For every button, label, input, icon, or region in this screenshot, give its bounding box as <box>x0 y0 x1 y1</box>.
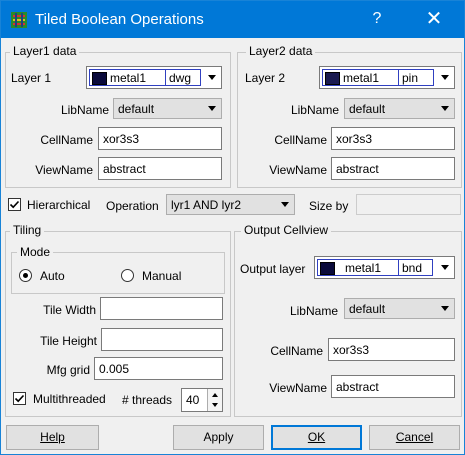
tile-width-label: Tile Width <box>43 303 96 317</box>
app-icon <box>11 12 27 28</box>
output-libname-label: LibName <box>289 304 338 318</box>
layer-swatch <box>320 262 335 275</box>
help-question-icon[interactable]: ? <box>367 10 387 28</box>
threads-spin-buttons[interactable] <box>207 389 222 411</box>
layer2-libname-combo[interactable]: default <box>344 98 455 119</box>
output-layer-combo[interactable]: metal1 bnd <box>314 256 455 279</box>
sizeby-label: Size by <box>309 199 349 213</box>
output-layer-label: Output layer <box>240 262 306 276</box>
layer1-viewname-label: ViewName <box>35 163 93 177</box>
manual-label: Manual <box>142 269 182 283</box>
threads-value: 40 <box>186 393 200 407</box>
apply-button[interactable]: Apply <box>173 425 264 450</box>
layer2-libname-value: default <box>349 102 386 116</box>
layer2-label: Layer 2 <box>245 71 286 85</box>
mfg-grid-input[interactable] <box>95 358 222 379</box>
output-viewname-field[interactable] <box>331 375 455 398</box>
output-cellname-label: CellName <box>270 344 323 358</box>
output-cellname-field[interactable] <box>328 338 455 361</box>
layer2-group-title: Layer2 data <box>246 44 316 58</box>
layer2-purpose: pin <box>402 71 419 85</box>
help-button[interactable]: Help <box>6 425 99 450</box>
layer1-libname-label: LibName <box>60 103 109 117</box>
layer2-cellname-label: CellName <box>274 133 327 147</box>
output-viewname-input[interactable] <box>332 376 454 397</box>
threads-spinbox[interactable]: 40 <box>181 388 223 412</box>
tile-height-field[interactable] <box>101 328 223 351</box>
chevron-down-icon <box>208 106 216 111</box>
hierarchical-checkbox[interactable] <box>8 198 21 211</box>
chevron-down-icon <box>441 75 449 80</box>
layer2-layer-combo[interactable]: metal1 pin <box>319 66 455 89</box>
layer1-cellname-input[interactable] <box>99 128 221 149</box>
close-icon[interactable]: ✕ <box>419 7 449 31</box>
layer1-cellname-field[interactable] <box>98 127 222 150</box>
cancel-button-label: Cancel <box>395 430 434 444</box>
output-layer-name: metal1 <box>345 261 382 275</box>
layer2-layer-name: metal1 <box>343 71 380 85</box>
tile-height-label: Tile Height <box>40 334 97 348</box>
layer1-label: Layer 1 <box>11 71 52 85</box>
operation-value: lyr1 AND lyr2 <box>171 198 242 212</box>
operation-combo[interactable]: lyr1 AND lyr2 <box>166 194 295 215</box>
window-title: Tiled Boolean Operations <box>35 11 204 28</box>
auto-label: Auto <box>40 269 65 283</box>
output-group-title: Output Cellview <box>241 223 332 237</box>
mode-group-title: Mode <box>17 245 54 259</box>
layer1-libname-combo[interactable]: default <box>113 98 222 119</box>
ok-button[interactable]: OK <box>271 425 362 450</box>
multithreaded-label: Multithreaded <box>33 392 106 406</box>
chevron-down-icon <box>208 75 216 80</box>
layer2-viewname-input[interactable] <box>332 158 454 179</box>
checkmark-icon <box>9 200 20 209</box>
output-libname-combo[interactable]: default <box>344 298 455 319</box>
cancel-button[interactable]: Cancel <box>369 425 460 450</box>
layer1-group-title: Layer1 data <box>10 44 80 58</box>
threads-label: # threads <box>122 393 173 407</box>
output-viewname-label: ViewName <box>269 381 327 395</box>
chevron-down-icon <box>441 265 449 270</box>
layer2-cellname-input[interactable] <box>332 128 454 149</box>
multithreaded-checkbox[interactable] <box>13 392 26 405</box>
layer1-viewname-field[interactable] <box>98 157 222 180</box>
chevron-down-icon <box>441 106 449 111</box>
tile-width-field[interactable] <box>100 297 223 320</box>
output-purpose: bnd <box>402 261 423 275</box>
mfg-grid-field[interactable] <box>94 357 223 380</box>
tiled-boolean-operations-dialog: Tiled Boolean Operations ? ✕ Layer1 data… <box>0 0 465 455</box>
layer2-libname-label: LibName <box>290 103 339 117</box>
operation-label: Operation <box>106 199 159 213</box>
tile-width-input[interactable] <box>101 298 222 319</box>
layer1-layer-name: metal1 <box>110 71 147 85</box>
mfg-grid-label: Mfg grid <box>46 363 90 377</box>
sizeby-field[interactable] <box>356 194 461 215</box>
layer1-libname-value: default <box>118 102 155 116</box>
chevron-down-icon <box>281 202 289 207</box>
layer1-purpose: dwg <box>169 71 192 85</box>
spin-up-icon[interactable] <box>212 393 218 397</box>
layer1-cellname-label: CellName <box>40 133 93 147</box>
ok-button-label: OK <box>307 430 326 444</box>
hierarchical-label: Hierarchical <box>27 198 91 212</box>
layer-swatch <box>92 72 107 85</box>
spin-down-icon[interactable] <box>212 403 218 407</box>
layer2-viewname-label: ViewName <box>269 163 327 177</box>
layer2-viewname-field[interactable] <box>331 157 455 180</box>
sizeby-input[interactable] <box>357 195 460 214</box>
tile-height-input[interactable] <box>102 329 222 350</box>
apply-button-label: Apply <box>203 430 234 444</box>
help-button-label: Help <box>40 430 65 444</box>
output-cellname-input[interactable] <box>329 339 454 360</box>
title-bar[interactable]: Tiled Boolean Operations ? ✕ <box>1 1 464 38</box>
chevron-down-icon <box>441 306 449 311</box>
layer1-layer-combo[interactable]: metal1 dwg <box>86 66 222 89</box>
checkmark-icon <box>14 394 25 403</box>
tiling-group-title: Tiling <box>10 223 45 237</box>
auto-radio[interactable] <box>19 269 32 282</box>
layer1-viewname-input[interactable] <box>99 158 221 179</box>
manual-radio[interactable] <box>121 269 134 282</box>
output-libname-value: default <box>349 302 386 316</box>
layer-swatch <box>325 72 340 85</box>
layer2-cellname-field[interactable] <box>331 127 455 150</box>
